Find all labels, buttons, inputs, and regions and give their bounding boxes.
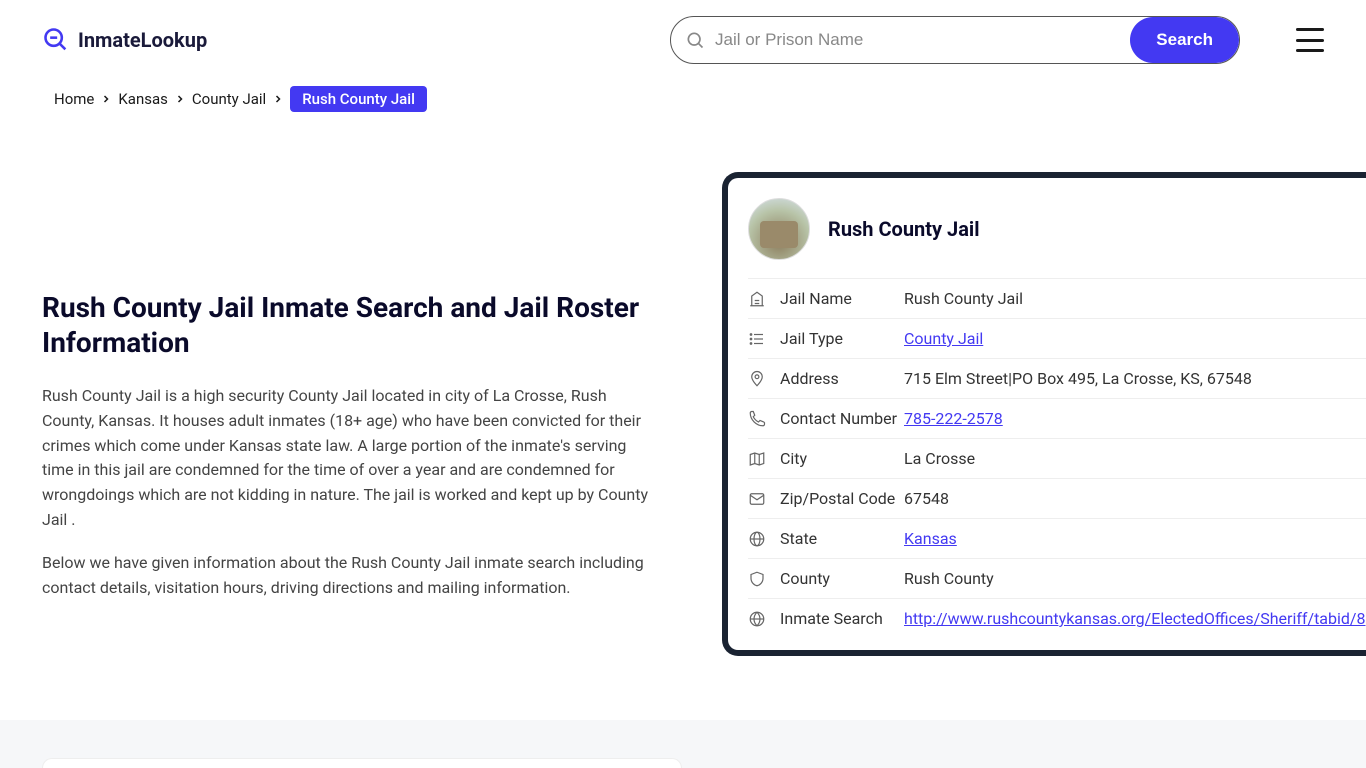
info-label: Jail Type: [780, 329, 904, 348]
facility-avatar: [748, 198, 810, 260]
search-bar: Search: [670, 16, 1240, 64]
map-icon: [748, 450, 766, 468]
breadcrumb: Home Kansas County Jail Rush County Jail: [0, 80, 1366, 112]
chevron-right-icon: [272, 93, 284, 105]
info-link[interactable]: http://www.rushcountykansas.org/ElectedO…: [904, 609, 1366, 628]
facility-card: Rush County Jail Jail NameRush County Ja…: [722, 172, 1366, 656]
intro-paragraph-1: Rush County Jail is a high security Coun…: [42, 384, 662, 533]
card-header: Rush County Jail: [748, 198, 1366, 260]
info-label: County: [780, 569, 904, 588]
info-row: Inmate Searchhttp://www.rushcountykansas…: [748, 598, 1366, 638]
info-value: 67548: [904, 489, 949, 508]
chevron-right-icon: [174, 93, 186, 105]
info-row: Jail NameRush County Jail: [748, 278, 1366, 318]
search-button[interactable]: Search: [1130, 17, 1239, 63]
main-content: Rush County Jail Inmate Search and Jail …: [0, 172, 1366, 656]
info-value: La Crosse: [904, 449, 975, 468]
info-row: Zip/Postal Code67548: [748, 478, 1366, 518]
breadcrumb-home[interactable]: Home: [54, 90, 94, 108]
info-label: Inmate Search: [780, 609, 904, 628]
menu-icon[interactable]: [1296, 28, 1324, 52]
breadcrumb-state[interactable]: Kansas: [118, 90, 168, 108]
logo-icon: [42, 26, 70, 54]
info-value: 715 Elm Street|PO Box 495, La Crosse, KS…: [904, 369, 1252, 388]
building-icon: [748, 290, 766, 308]
info-value: Rush County Jail: [904, 289, 1023, 308]
info-row: CityLa Crosse: [748, 438, 1366, 478]
info-link[interactable]: County Jail: [904, 329, 983, 348]
logo-text: InmateLookup: [78, 28, 207, 52]
info-link[interactable]: Kansas: [904, 529, 957, 548]
info-row: CountyRush County: [748, 558, 1366, 598]
info-label: Contact Number: [780, 409, 904, 428]
info-label: City: [780, 449, 904, 468]
info-row: Contact Number785-222-2578: [748, 398, 1366, 438]
footer-panel: [42, 758, 682, 768]
info-link[interactable]: 785-222-2578: [904, 409, 1003, 428]
info-label: Zip/Postal Code: [780, 489, 904, 508]
phone-icon: [748, 410, 766, 428]
search-icon: [685, 30, 705, 50]
info-row: Jail TypeCounty Jail: [748, 318, 1366, 358]
breadcrumb-current: Rush County Jail: [290, 86, 427, 112]
info-label: Jail Name: [780, 289, 904, 308]
facility-name: Rush County Jail: [828, 217, 980, 241]
intro-paragraph-2: Below we have given information about th…: [42, 551, 662, 601]
shield-icon: [748, 570, 766, 588]
info-value: Rush County: [904, 569, 994, 588]
pin-icon: [748, 370, 766, 388]
article: Rush County Jail Inmate Search and Jail …: [42, 172, 662, 656]
logo[interactable]: InmateLookup: [42, 26, 207, 54]
search-input[interactable]: [705, 30, 1130, 50]
info-label: Address: [780, 369, 904, 388]
globe-icon: [748, 530, 766, 548]
info-row: Address715 Elm Street|PO Box 495, La Cro…: [748, 358, 1366, 398]
info-row: StateKansas: [748, 518, 1366, 558]
list-icon: [748, 330, 766, 348]
info-label: State: [780, 529, 904, 548]
web-icon: [748, 610, 766, 628]
header: InmateLookup Search: [0, 0, 1366, 80]
mail-icon: [748, 490, 766, 508]
chevron-right-icon: [100, 93, 112, 105]
page-title: Rush County Jail Inmate Search and Jail …: [42, 290, 662, 360]
breadcrumb-type[interactable]: County Jail: [192, 90, 266, 108]
